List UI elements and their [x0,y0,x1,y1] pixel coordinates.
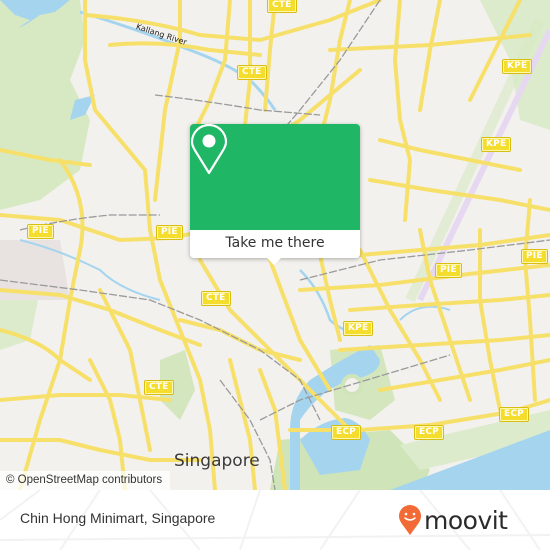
moovit-pin-icon [399,505,421,535]
place-name: Chin Hong Minimart, Singapore [20,510,216,526]
map-view[interactable]: Kallang River Singapore CTE CTE CTE CTE … [0,0,550,490]
highway-shield-cte: CTE [237,65,267,80]
map-attribution[interactable]: © OpenStreetMap contributors [0,471,171,490]
highway-shield-kpe: KPE [501,59,533,74]
singapore-city-label: Singapore [174,451,260,471]
highway-shield-kpe: KPE [480,137,512,152]
moovit-wordmark: moovit [424,505,508,535]
highway-shield-cte: CTE [144,380,174,395]
highway-shield-pie: PIE [156,225,183,240]
highway-shield-ecp: ECP [331,425,361,440]
popup-header [190,124,360,230]
highway-shield-ecp: ECP [414,425,444,440]
footer-bar: Chin Hong Minimart, Singapore moovit [0,490,550,550]
highway-shield-kpe: KPE [342,321,374,336]
highway-shield-pie: PIE [27,224,54,239]
highway-shield-pie: PIE [521,249,548,264]
highway-shield-cte: CTE [267,0,297,13]
highway-shield-ecp: ECP [499,407,529,422]
highway-shield-cte: CTE [201,291,231,306]
moovit-logo[interactable]: moovit [398,502,508,538]
map-pin-icon [190,124,228,175]
location-popup: Take me there [190,124,360,265]
stadium [341,374,363,396]
highway-shield-pie: PIE [435,263,462,278]
popup-pointer [266,257,282,265]
take-me-there-button[interactable]: Take me there [190,230,360,258]
